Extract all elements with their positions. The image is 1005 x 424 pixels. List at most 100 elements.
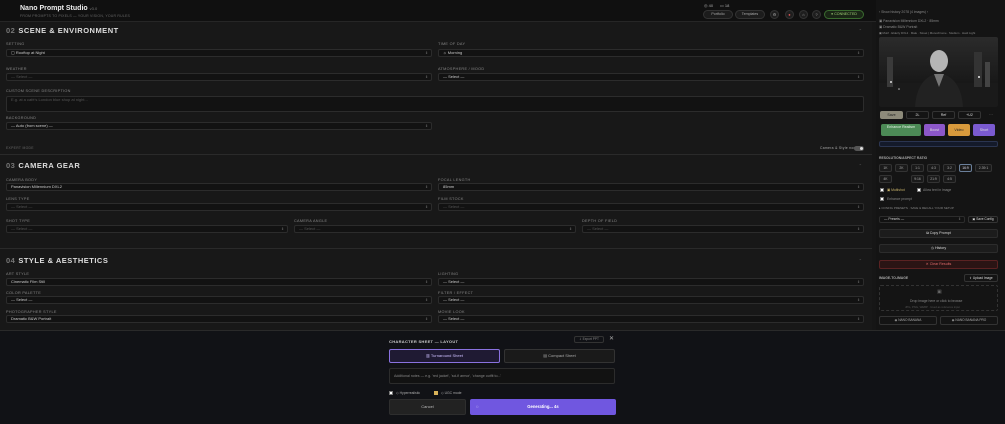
boost-button[interactable]: Boost — [924, 124, 945, 136]
app-title: Nano Prompt Studio v3.0 — [20, 5, 98, 12]
dropzone-subtext: JPG, PNG, WEBP · Used as reference input — [905, 305, 960, 309]
image-icon: ▣ — [937, 289, 942, 295]
time-of-day-label: TIME OF DAY — [438, 42, 466, 46]
depth-of-field-select[interactable]: — Select — ⇕ — [582, 225, 864, 233]
ratio-option[interactable]: 1K — [879, 164, 892, 172]
u2-chip[interactable]: +U2 — [958, 111, 981, 119]
ugc-mode-label: ◇ UGC mode — [441, 391, 462, 395]
ratio-option[interactable]: 2.39:1 — [975, 164, 992, 172]
ratio-option[interactable]: 1:1 — [911, 164, 924, 172]
film-stock-label: FILM STOCK — [438, 197, 464, 201]
time-of-day-select[interactable]: ☼ Morning ⇕ — [438, 49, 864, 57]
chevron-up-icon[interactable]: ⌃ — [859, 163, 862, 168]
image-counter: ▭ 18 — [720, 3, 730, 8]
movie-look-select[interactable]: — Select — ⇕ — [438, 315, 864, 323]
photographer-style-label: PHOTOGRAPHER STYLE — [6, 310, 57, 314]
more-icon[interactable]: ⋯ — [986, 111, 996, 119]
character-sheet-dialog: CHARACTER SHEET — LAYOUT ⇩ Export PPT ✕ … — [0, 330, 1005, 424]
nano-banana-tab[interactable]: ◉ NANO BANANA — [879, 316, 937, 325]
filter-effect-select[interactable]: — Select — ⇕ — [438, 296, 864, 304]
dropzone-text: Drop image here or click to browse — [910, 299, 963, 303]
progress-track — [879, 141, 998, 147]
camera-angle-select[interactable]: — Select — ⇕ — [294, 225, 576, 233]
lock-icon[interactable]: ⌂ — [799, 10, 808, 19]
ratio-option[interactable]: 9:16 — [911, 175, 924, 183]
main-form: 02 SCENE & ENVIRONMENT ⌃ SETTING ▢ Roofto… — [0, 22, 872, 330]
enhance-prompt-label: Enhance prompt — [887, 197, 912, 201]
app-tagline: FROM PROMPTS TO PIXELS — YOUR VISION, YO… — [20, 14, 131, 18]
image-dropzone[interactable]: ▣ Drop image here or click to browse JPG… — [879, 285, 998, 311]
presets-select[interactable]: — Presets — ⇕ — [879, 216, 965, 223]
divider — [0, 154, 872, 155]
enhance-prompt-checkbox[interactable] — [880, 197, 884, 201]
setting-label: SETTING — [6, 42, 25, 46]
generate-button[interactable]: ◌ Generating... 4s — [470, 399, 616, 415]
record-icon[interactable]: ● — [785, 10, 794, 19]
atmosphere-select[interactable]: — Select — ⇕ — [438, 73, 864, 81]
film-stock-select[interactable]: — Select — ⇕ — [438, 203, 864, 211]
settings-icon[interactable]: ⚙ — [770, 10, 779, 19]
camera-body-select[interactable]: Panavision Millennium DXL2 ⇕ — [6, 183, 432, 191]
templates-button[interactable]: Templates — [735, 10, 765, 19]
custom-scene-label: CUSTOM SCENE DESCRIPTION — [6, 89, 71, 93]
history-link[interactable]: ‹ Show history 2078 (4 images) › — [879, 10, 928, 14]
lighting-label: LIGHTING — [438, 272, 459, 276]
close-icon[interactable]: ✕ — [609, 335, 614, 342]
focal-length-select[interactable]: 85mm ⇕ — [438, 183, 864, 191]
expert-mode-label: EXPERT MODE — [6, 146, 34, 150]
resolution-label: RESOLUTION/ASPECT RATIO — [879, 156, 928, 160]
ratio-option[interactable]: 4K — [879, 175, 892, 183]
connection-status-badge: ● CONNECTED — [824, 10, 864, 19]
result-image[interactable] — [879, 37, 998, 107]
lighting-select[interactable]: — Select — ⇕ — [438, 278, 864, 286]
ref-chip[interactable]: Ref — [932, 111, 955, 119]
video-button[interactable]: Video — [948, 124, 970, 136]
save-chip[interactable]: Save — [880, 111, 903, 119]
chevron-up-icon[interactable]: ⌃ — [859, 258, 862, 263]
help-icon[interactable]: ? — [812, 10, 821, 19]
hyperrealistic-checkbox[interactable] — [389, 391, 393, 395]
notes-textarea[interactable]: Additional notes — e.g. 'red jacket', 's… — [389, 368, 615, 384]
cancel-button[interactable]: Cancel — [389, 399, 466, 415]
multishot-label: ▣ Multishot — [887, 188, 905, 192]
weather-select[interactable]: — Select — ⇕ — [6, 73, 432, 81]
export-ppt-button[interactable]: ⇩ Export PPT — [574, 336, 604, 343]
weather-label: WEATHER — [6, 67, 27, 71]
ratio-option[interactable]: 3:2 — [943, 164, 956, 172]
ratio-option[interactable]: 4:5 — [943, 175, 956, 183]
lens-type-select[interactable]: — Select — ⇕ — [6, 203, 432, 211]
setting-select[interactable]: ▢ Rooftop at Night ⇕ — [6, 49, 432, 57]
turnaround-sheet-option[interactable]: ▥ Turnaround Sheet — [389, 349, 500, 363]
compact-sheet-option[interactable]: ▤ Compact Sheet — [504, 349, 615, 363]
photographer-style-select[interactable]: Dramatic B&W Portrait ⇕ — [6, 315, 432, 323]
history-button[interactable]: ◷ History — [879, 244, 998, 253]
shot-type-select[interactable]: — Select — ⇕ — [6, 225, 288, 233]
save-config-button[interactable]: ▣ Save Config — [968, 216, 998, 223]
short-button[interactable]: Short — [973, 124, 995, 136]
art-style-select[interactable]: Cinematic Film Still ⇕ — [6, 278, 432, 286]
chevron-up-icon[interactable]: ⌃ — [859, 28, 862, 33]
2l-chip[interactable]: 2L — [906, 111, 929, 119]
allow-text-checkbox[interactable] — [917, 188, 921, 192]
enhance-realism-button[interactable]: Enhance Realism — [881, 124, 921, 136]
ratio-option[interactable]: 21:9 — [927, 175, 940, 183]
ratio-option[interactable]: 4:3 — [927, 164, 940, 172]
color-palette-label: COLOR PALETTE — [6, 291, 42, 295]
meta-motif: ▣ Motif · Elderly DXL2 · Male · Street |… — [879, 31, 976, 35]
divider — [0, 248, 872, 249]
copy-prompt-button[interactable]: ⧉ Copy Prompt — [879, 229, 998, 238]
ratio-option[interactable]: 2K — [895, 164, 908, 172]
clear-results-button[interactable]: ✕ Clear Results — [879, 260, 998, 269]
background-select[interactable]: — Auto (from scene) — ⇕ — [6, 122, 432, 130]
dialog-title: CHARACTER SHEET — LAYOUT — [389, 339, 459, 344]
art-style-label: ART STYLE — [6, 272, 30, 276]
portfolio-button[interactable]: Portfolio — [703, 10, 733, 19]
multishot-checkbox[interactable] — [880, 188, 884, 192]
ugc-mode-checkbox[interactable] — [434, 391, 438, 395]
color-palette-select[interactable]: — Select — ⇕ — [6, 296, 432, 304]
camera-style-toggle[interactable] — [854, 146, 864, 151]
nano-banana-pro-tab[interactable]: ◉ NANO BANANA PRO — [940, 316, 998, 325]
upload-image-button[interactable]: ⇪ Upload Image — [964, 274, 998, 282]
custom-scene-textarea[interactable]: E.g. at a café's London blue shop at nig… — [6, 96, 864, 112]
ratio-option[interactable]: 16:9 — [959, 164, 972, 172]
